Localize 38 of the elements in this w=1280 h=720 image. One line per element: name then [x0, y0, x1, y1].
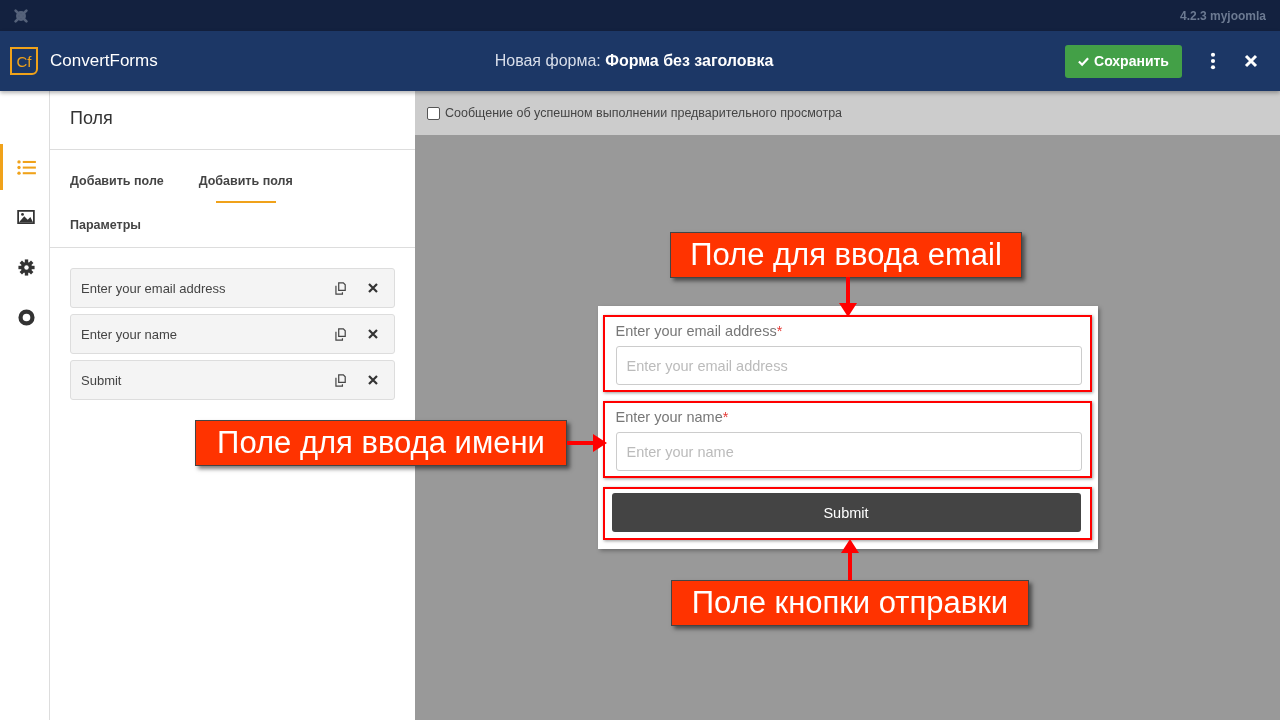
panel-tab[interactable]: Добавить поле — [70, 159, 164, 203]
check-icon — [1078, 55, 1089, 67]
input-field[interactable]: Enter your email address — [615, 346, 1082, 385]
required-mark: * — [722, 409, 729, 425]
panel-tab[interactable]: Параметры — [70, 203, 395, 247]
copy-icon[interactable] — [335, 373, 348, 387]
delete-icon[interactable] — [368, 375, 378, 385]
settings-icon — [17, 258, 35, 276]
field-item[interactable]: Enter your email address — [70, 268, 395, 308]
close-icon[interactable] — [1244, 54, 1258, 68]
callout-label: Поле для ввода имени — [195, 420, 567, 466]
input-field[interactable]: Enter your name — [615, 432, 1082, 471]
checkbox-label: Сообщение об успешном выполнении предварительного просмотра — [445, 106, 843, 120]
field-label: Enter your name — [615, 409, 723, 425]
callout-label: Поле для ввода email — [670, 232, 1022, 278]
copy-icon[interactable] — [335, 327, 348, 341]
callout-label: Поле кнопки отправки — [671, 580, 1029, 626]
list-icon — [16, 159, 36, 175]
image-icon — [17, 210, 35, 224]
field-item-label: Enter your email address — [81, 280, 227, 296]
field-label: Enter your email address — [615, 323, 777, 339]
more-icon[interactable] — [1210, 52, 1216, 70]
logo-mark: Cf — [10, 47, 38, 75]
field-item[interactable]: Enter your name — [70, 314, 395, 354]
panel-tab[interactable]: Добавить поля — [198, 159, 293, 203]
required-mark: * — [776, 323, 783, 339]
copy-icon[interactable] — [335, 281, 348, 295]
delete-icon[interactable] — [368, 329, 378, 339]
version-label: 4.2.3 myjoomla — [1179, 8, 1266, 23]
field-item[interactable]: Submit — [70, 360, 395, 400]
submit-button[interactable]: Submit — [611, 493, 1081, 532]
delete-icon[interactable] — [368, 283, 378, 293]
disc-icon — [17, 308, 35, 326]
brand-name: ConvertForms — [50, 51, 158, 71]
field-item-label: Submit — [81, 372, 123, 388]
checkbox[interactable] — [427, 106, 440, 120]
form-title: Новая форма: Форма без заголовка — [494, 52, 774, 70]
field-item-label: Enter your name — [81, 326, 179, 342]
